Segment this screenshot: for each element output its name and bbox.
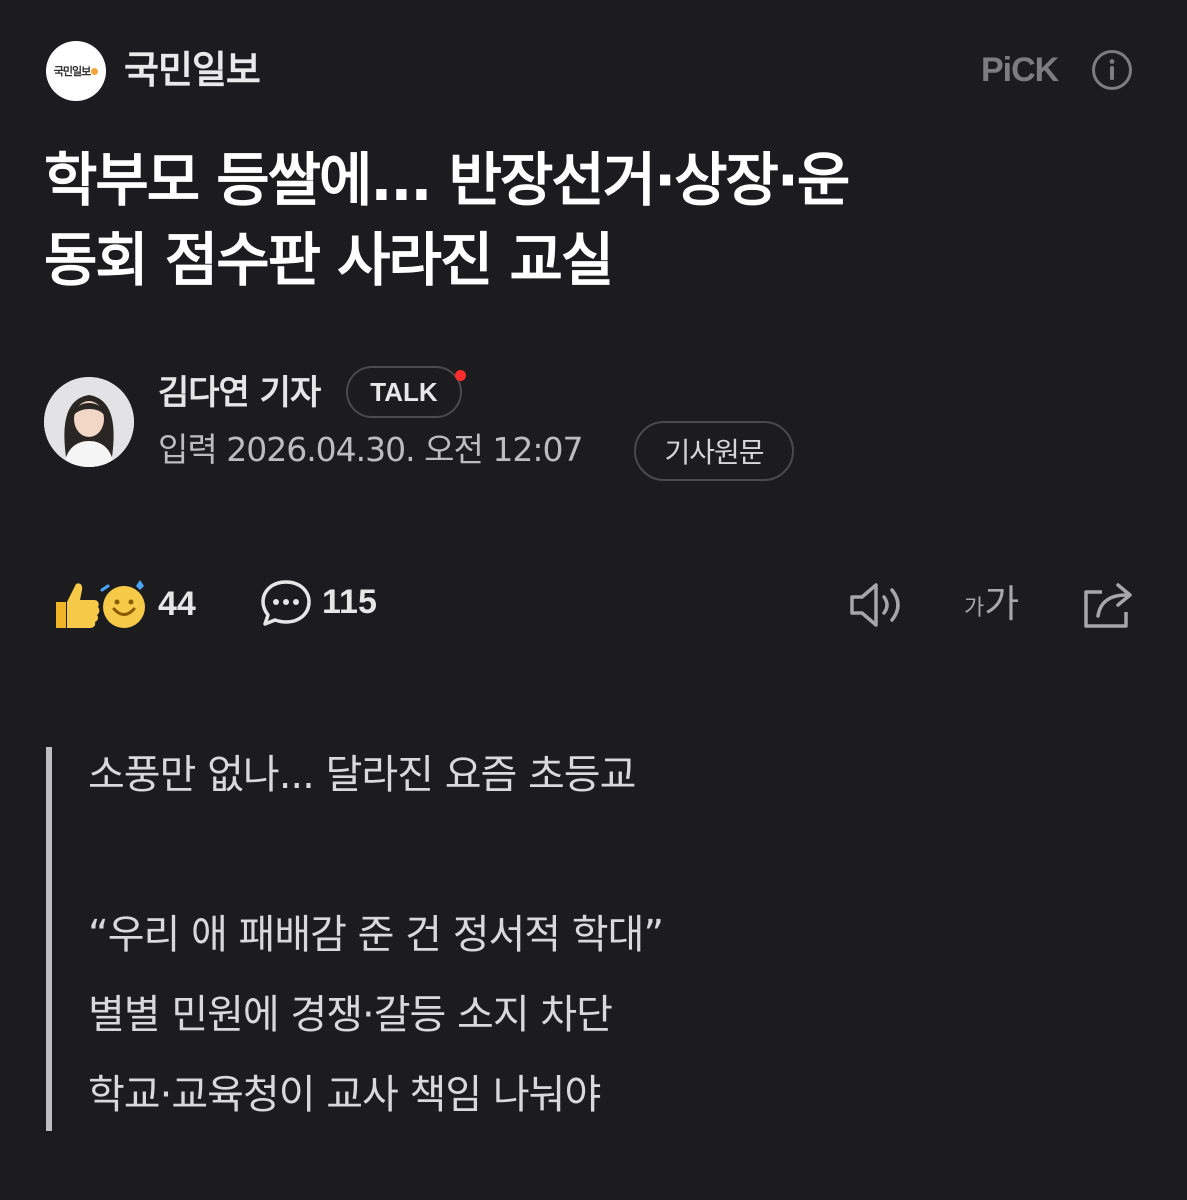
- press-logo-text: 국민일보: [53, 65, 91, 78]
- info-icon[interactable]: [1091, 49, 1133, 91]
- comment-icon[interactable]: [260, 578, 312, 628]
- summary-line: 학교·교육청이 교사 책임 나눠야: [88, 1072, 601, 1118]
- talk-notification-dot: [455, 370, 466, 381]
- summary-line: 소풍만 없나... 달라진 요즘 초등교: [88, 752, 636, 798]
- original-article-button[interactable]: 기사원문: [634, 421, 794, 481]
- publish-date: 입력 2026.04.30. 오전 12:07: [158, 430, 583, 469]
- reaction-count: 44: [158, 585, 196, 623]
- reaction-icons[interactable]: [50, 576, 150, 632]
- summary-line: [88, 824, 663, 904]
- headline-line-1: 학부모 등쌀에... 반장선거·상장·운: [44, 146, 850, 214]
- article-summary: 소풍만 없나... 달라진 요즘 초등교 “우리 애 패배감 준 건 정서적 학…: [88, 744, 664, 1144]
- avatar-portrait: [44, 377, 134, 467]
- summary-line: “우리 애 패배감 준 건 정서적 학대”: [88, 912, 664, 958]
- press-name[interactable]: 국민일보: [124, 44, 261, 96]
- headline-line-2: 동회 점수판 사라진 교실: [44, 226, 614, 294]
- share-icon[interactable]: [1080, 578, 1138, 630]
- talk-button[interactable]: TALK: [346, 366, 462, 418]
- logo-dot: [91, 67, 99, 75]
- pick-label: PiCK: [981, 51, 1059, 89]
- font-size-small-label: 가: [964, 596, 985, 621]
- author-avatar[interactable]: [44, 377, 134, 467]
- thumbs-up-icon: [56, 583, 100, 628]
- article-headline: 학부모 등쌀에... 반장선거·상장·운 동회 점수판 사라진 교실: [44, 140, 1144, 300]
- font-size-large-label: 가: [984, 582, 1020, 626]
- summary-line: 별별 민원에 경쟁·갈등 소지 차단: [88, 992, 613, 1038]
- author-name[interactable]: 김다연 기자: [158, 370, 321, 416]
- summary-quote-bar: [46, 747, 52, 1131]
- press-logo[interactable]: 국민일보: [46, 41, 106, 101]
- smile-icon: [100, 580, 145, 628]
- speaker-icon[interactable]: [848, 580, 908, 630]
- font-size-button[interactable]: 가가: [964, 578, 1019, 628]
- comment-count: 115: [322, 583, 377, 621]
